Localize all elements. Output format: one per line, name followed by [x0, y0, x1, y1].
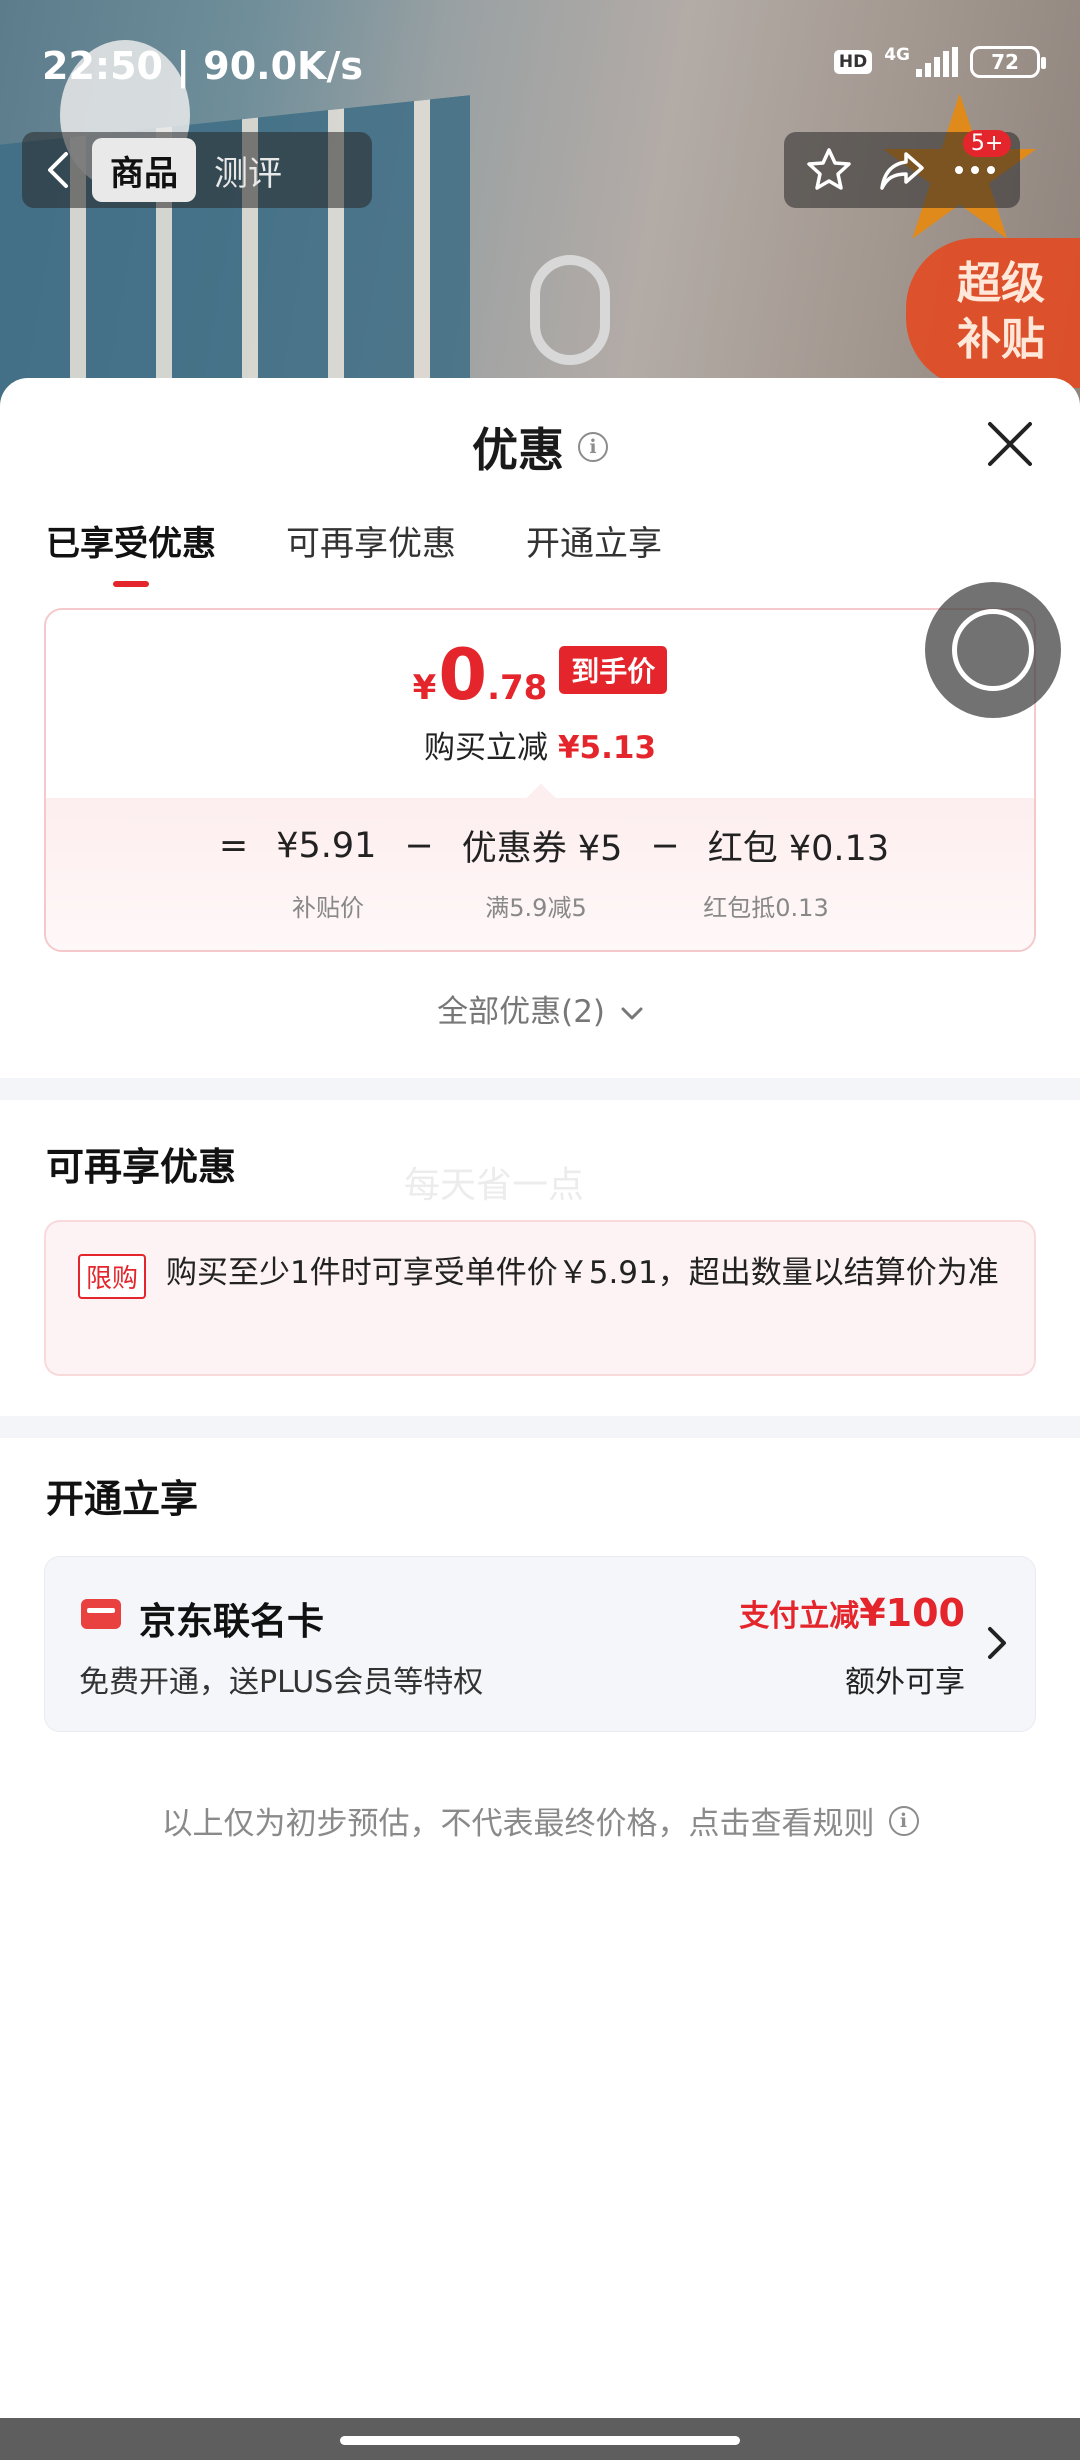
promo-prefix: 支付立减 — [739, 1599, 860, 1634]
status-indicators: HD 4G 72 — [833, 45, 1046, 78]
section-divider — [0, 1078, 1080, 1100]
chevron-right-icon — [988, 1627, 1006, 1659]
section-divider — [0, 1416, 1080, 1438]
network-type: 4G — [884, 45, 910, 65]
save-label: 购买立减 — [423, 730, 548, 766]
equals-sign: = — [218, 825, 249, 866]
chevron-down-icon — [621, 1007, 643, 1019]
star-icon — [806, 148, 851, 190]
minus-sign: − — [404, 825, 434, 866]
subsidy-price-label: 补贴价 — [292, 894, 364, 922]
coupon-amount: 优惠券 ¥5 — [461, 829, 623, 869]
red-packet-amount: 红包 ¥0.13 — [707, 829, 890, 869]
price-decimal: .78 — [487, 668, 548, 708]
footnote-text: 以上仅为初步预估，不代表最终价格，点击查看规则 — [161, 1806, 875, 1842]
status-bar: 22:50 | 90.0K/s HD 4G 72 — [0, 0, 1080, 135]
card-extra: 额外可享 — [845, 1665, 965, 1700]
subsidy-price: ¥5.91 — [276, 825, 377, 866]
more-button[interactable]: 5+ — [945, 130, 1012, 200]
info-icon[interactable]: i — [578, 432, 608, 462]
hd-icon: HD — [833, 50, 873, 74]
super-subsidy-badge[interactable]: 超级 补贴 — [906, 238, 1080, 388]
share-button[interactable] — [872, 140, 932, 200]
nav-right-group: 5+ — [784, 130, 1020, 208]
minus-sign: − — [650, 825, 680, 866]
card-description: 免费开通，送PLUS会员等特权 — [79, 1665, 484, 1700]
home-indicator[interactable] — [340, 2436, 740, 2445]
close-button[interactable] — [984, 418, 1036, 470]
promo-amount: ¥100 — [859, 1591, 965, 1635]
message-count-badge: 5+ — [962, 130, 1012, 157]
battery-level: 72 — [991, 50, 1019, 74]
final-price: ¥ 0 .78 到手价 — [46, 640, 1034, 712]
super-subsidy-line2: 补贴 — [957, 314, 1045, 365]
chevron-left-icon — [48, 152, 68, 188]
tab-more-available[interactable]: 可再享优惠 — [286, 516, 456, 587]
favorite-button[interactable] — [799, 140, 859, 200]
keyring-graphic — [530, 255, 610, 365]
price-card: ¥ 0 .78 到手价 购买立减 ¥5.13 = ¥5.91 − 优惠券 ¥5 −… — [44, 608, 1036, 952]
credit-card-icon — [81, 1599, 121, 1629]
watermark: 每天省一点 — [404, 1165, 585, 1206]
limit-badge: 限购 — [78, 1254, 147, 1299]
status-time: 22:50 | 90.0K/s — [42, 44, 363, 88]
nav-left-group: 商品 测评 — [22, 132, 372, 208]
tab-open-enjoy[interactable]: 开通立享 — [526, 516, 662, 587]
super-subsidy-line1: 超级 — [957, 258, 1045, 309]
net-price-badge: 到手价 — [559, 646, 668, 694]
discount-sheet: 优惠 i 已享受优惠 可再享优惠 开通立享 ¥ 0 .78 到手价 购买立减 ¥5… — [0, 378, 1080, 2418]
back-button[interactable] — [22, 132, 92, 208]
more-discount-title: 可再享优惠 — [46, 1145, 237, 1189]
close-icon — [988, 422, 1032, 466]
price-summary: ¥ 0 .78 到手价 购买立减 ¥5.13 — [46, 610, 1034, 798]
floating-assist-button[interactable] — [925, 582, 1061, 718]
info-icon: i — [888, 1805, 919, 1836]
sheet-header: 优惠 i — [0, 414, 1080, 477]
all-discounts-toggle[interactable]: 全部优惠(2) — [0, 986, 1080, 1031]
co-branded-card-offer[interactable]: 京东联名卡 免费开通，送PLUS会员等特权 支付立减¥100 额外可享 — [44, 1556, 1036, 1732]
navigation-bar — [0, 2418, 1080, 2460]
tab-enjoyed[interactable]: 已享受优惠 — [46, 516, 216, 587]
price-breakdown: = ¥5.91 − 优惠券 ¥5 − 红包 ¥0.13 补贴价 满5.9减5 红… — [46, 798, 1034, 950]
product-nav-bar: 商品 测评 5+ — [22, 130, 1042, 208]
sheet-title-group: 优惠 i — [472, 414, 608, 480]
price-formula: = ¥5.91 − 优惠券 ¥5 − 红包 ¥0.13 — [46, 820, 1034, 871]
signal-icon — [916, 47, 958, 77]
rules-footnote[interactable]: 以上仅为初步预估，不代表最终价格，点击查看规则 i — [0, 1798, 1080, 1843]
discount-tabs: 已享受优惠 可再享优惠 开通立享 — [46, 516, 662, 587]
open-enjoy-title: 开通立享 — [46, 1477, 199, 1521]
price-currency: ¥ — [412, 668, 437, 708]
all-discounts-label: 全部优惠(2) — [437, 994, 606, 1030]
save-amount: ¥5.13 — [557, 730, 657, 766]
limit-text: 购买至少1件时可享受单件价￥5.91，超出数量以结算价为准 — [166, 1255, 999, 1291]
tab-review[interactable]: 测评 — [196, 146, 300, 195]
circle-icon — [952, 609, 1034, 691]
card-promo: 支付立减¥100 — [739, 1591, 965, 1635]
coupon-label: 满5.9减5 — [485, 894, 587, 922]
red-packet-label: 红包抵0.13 — [703, 894, 829, 922]
card-name: 京东联名卡 — [139, 1600, 324, 1643]
purchase-limit-card: 限购 购买至少1件时可享受单件价￥5.91，超出数量以结算价为准 — [44, 1220, 1036, 1376]
price-integer: 0 — [438, 634, 488, 716]
instant-discount: 购买立减 ¥5.13 — [46, 722, 1034, 767]
battery-icon: 72 — [970, 46, 1046, 78]
share-icon — [880, 152, 924, 190]
tab-goods[interactable]: 商品 — [92, 138, 196, 202]
sheet-title: 优惠 — [472, 423, 564, 477]
